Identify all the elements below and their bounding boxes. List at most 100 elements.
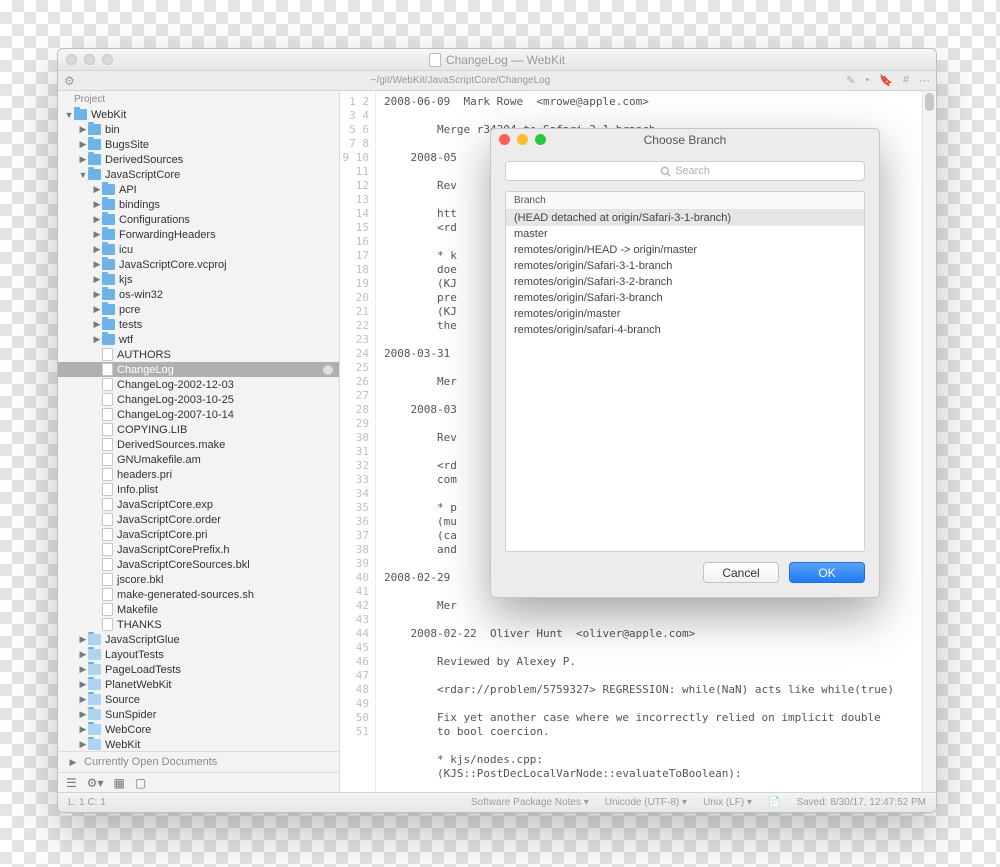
- tree-item[interactable]: ▶headers.pri: [58, 467, 339, 482]
- tree-item[interactable]: ▶JavaScriptCore.order: [58, 512, 339, 527]
- minimize-window-icon[interactable]: [84, 54, 95, 65]
- tree-item[interactable]: ▶jscore.bkl: [58, 572, 339, 587]
- grid-icon[interactable]: ▦: [114, 776, 125, 790]
- bullet-icon[interactable]: •: [865, 74, 869, 87]
- chevron-right-icon[interactable]: ▶: [78, 709, 88, 720]
- gear-icon[interactable]: ⚙▾: [87, 776, 104, 790]
- branch-search-input[interactable]: Search: [505, 161, 865, 181]
- tree-item[interactable]: ▶JavaScriptCore.exp: [58, 497, 339, 512]
- tree-item[interactable]: ▶PageLoadTests: [58, 662, 339, 677]
- tree-item[interactable]: ▶ChangeLog-2003-10-25: [58, 392, 339, 407]
- tree-item[interactable]: ▶LayoutTests: [58, 647, 339, 662]
- tree-item[interactable]: ▶ChangeLog-2002-12-03: [58, 377, 339, 392]
- chevron-down-icon[interactable]: ▼: [78, 170, 88, 180]
- branch-list-item[interactable]: remotes/origin/Safari-3-2-branch: [506, 274, 864, 290]
- encoding-selector[interactable]: Unicode (UTF-8) ▾: [605, 797, 687, 808]
- tree-item[interactable]: ▶JavaScriptCoreSources.bkl: [58, 557, 339, 572]
- chevron-down-icon[interactable]: ▼: [64, 110, 74, 120]
- chevron-right-icon[interactable]: ▶: [78, 679, 88, 690]
- ok-button[interactable]: OK: [789, 562, 865, 583]
- zoom-window-icon[interactable]: [102, 54, 113, 65]
- tree-item[interactable]: ▼WebKit: [58, 107, 339, 122]
- cancel-button[interactable]: Cancel: [703, 562, 779, 583]
- branch-list[interactable]: (HEAD detached at origin/Safari-3-1-bran…: [506, 210, 864, 551]
- chevron-right-icon[interactable]: ▶: [78, 634, 88, 645]
- vertical-scrollbar[interactable]: [922, 91, 936, 792]
- tree-item[interactable]: ▶tests: [58, 317, 339, 332]
- tree-item[interactable]: ▶pcre: [58, 302, 339, 317]
- dialog-minimize-icon[interactable]: [517, 134, 528, 145]
- hash-icon[interactable]: #: [903, 74, 909, 87]
- chevron-right-icon[interactable]: ▶: [92, 319, 102, 330]
- document-icon[interactable]: 📄: [768, 797, 780, 808]
- branch-list-item[interactable]: master: [506, 226, 864, 242]
- tree-item[interactable]: ▶icu: [58, 242, 339, 257]
- tree-item[interactable]: ▶PlanetWebKit: [58, 677, 339, 692]
- chevron-right-icon[interactable]: ▶: [78, 694, 88, 705]
- dialog-zoom-icon[interactable]: [535, 134, 546, 145]
- tree-item[interactable]: ▶make-generated-sources.sh: [58, 587, 339, 602]
- chevron-right-icon[interactable]: ▶: [78, 739, 88, 750]
- tree-item[interactable]: ▶JavaScriptCore.pri: [58, 527, 339, 542]
- chevron-right-icon[interactable]: ▶: [78, 124, 88, 135]
- chevron-right-icon[interactable]: ▶: [92, 334, 102, 345]
- tree-item[interactable]: ▶kjs: [58, 272, 339, 287]
- chevron-right-icon[interactable]: ▶: [92, 214, 102, 225]
- chevron-right-icon[interactable]: ▶: [92, 259, 102, 270]
- tree-item[interactable]: ▶ForwardingHeaders: [58, 227, 339, 242]
- dialog-close-icon[interactable]: [499, 134, 510, 145]
- chevron-right-icon[interactable]: ▶: [92, 229, 102, 240]
- tree-item[interactable]: ▶ChangeLog-2007-10-14: [58, 407, 339, 422]
- pencil-icon[interactable]: ✎: [846, 74, 855, 87]
- tree-item[interactable]: ▶ChangeLog: [58, 362, 339, 377]
- tag-icon[interactable]: 🔖: [879, 74, 893, 87]
- tree-item[interactable]: ▼JavaScriptCore: [58, 167, 339, 182]
- chevron-right-icon[interactable]: ▶: [92, 184, 102, 195]
- sidebar-footer[interactable]: ▶ Currently Open Documents: [58, 751, 339, 772]
- tree-item[interactable]: ▶Configurations: [58, 212, 339, 227]
- tree-item[interactable]: ▶JavaScriptGlue: [58, 632, 339, 647]
- scrollbar-thumb[interactable]: [925, 93, 934, 111]
- tree-item[interactable]: ▶DerivedSources.make: [58, 437, 339, 452]
- tree-item[interactable]: ▶Source: [58, 692, 339, 707]
- tree-item[interactable]: ▶Makefile: [58, 602, 339, 617]
- branch-list-item[interactable]: (HEAD detached at origin/Safari-3-1-bran…: [506, 210, 864, 226]
- lineending-selector[interactable]: Unix (LF) ▾: [703, 797, 752, 808]
- chevron-right-icon[interactable]: ▶: [78, 664, 88, 675]
- chevron-right-icon[interactable]: ▶: [92, 289, 102, 300]
- tree-item[interactable]: ▶bindings: [58, 197, 339, 212]
- branch-list-item[interactable]: remotes/origin/Safari-3-branch: [506, 290, 864, 306]
- chevron-right-icon[interactable]: ▶: [92, 199, 102, 210]
- chevron-right-icon[interactable]: ▶: [92, 304, 102, 315]
- gear-icon[interactable]: ⚙: [64, 74, 75, 88]
- tree-item[interactable]: ▶BugsSite: [58, 137, 339, 152]
- filter-icon[interactable]: ☰: [66, 776, 77, 790]
- close-icon[interactable]: [323, 365, 333, 375]
- tree-item[interactable]: ▶API: [58, 182, 339, 197]
- chevron-right-icon[interactable]: ▶: [92, 274, 102, 285]
- chevron-right-icon[interactable]: ▶: [78, 139, 88, 150]
- branch-list-item[interactable]: remotes/origin/HEAD -> origin/master: [506, 242, 864, 258]
- tree-item[interactable]: ▶JavaScriptCorePrefix.h: [58, 542, 339, 557]
- close-window-icon[interactable]: [66, 54, 77, 65]
- branch-list-item[interactable]: remotes/origin/Safari-3-1-branch: [506, 258, 864, 274]
- tree-item[interactable]: ▶bin: [58, 122, 339, 137]
- tree-item[interactable]: ▶COPYING.LIB: [58, 422, 339, 437]
- tree-item[interactable]: ▶SunSpider: [58, 707, 339, 722]
- dots-icon[interactable]: ⋯: [919, 74, 930, 87]
- branch-list-item[interactable]: remotes/origin/safari-4-branch: [506, 322, 864, 338]
- tree-item[interactable]: ▶os-win32: [58, 287, 339, 302]
- tree-item[interactable]: ▶AUTHORS: [58, 347, 339, 362]
- tree-item[interactable]: ▶GNUmakefile.am: [58, 452, 339, 467]
- tree-item[interactable]: ▶Info.plist: [58, 482, 339, 497]
- chevron-right-icon[interactable]: ▶: [78, 649, 88, 660]
- tree-item[interactable]: ▶WebCore: [58, 722, 339, 737]
- tree-item[interactable]: ▶JavaScriptCore.vcproj: [58, 257, 339, 272]
- chevron-right-icon[interactable]: ▶: [78, 724, 88, 735]
- box-icon[interactable]: ▢: [135, 776, 146, 790]
- project-tree[interactable]: ▼WebKit▶bin▶BugsSite▶DerivedSources▼Java…: [58, 107, 339, 751]
- tree-item[interactable]: ▶WebKit: [58, 737, 339, 751]
- branch-list-item[interactable]: remotes/origin/master: [506, 306, 864, 322]
- chevron-right-icon[interactable]: ▶: [92, 244, 102, 255]
- chevron-right-icon[interactable]: ▶: [78, 154, 88, 165]
